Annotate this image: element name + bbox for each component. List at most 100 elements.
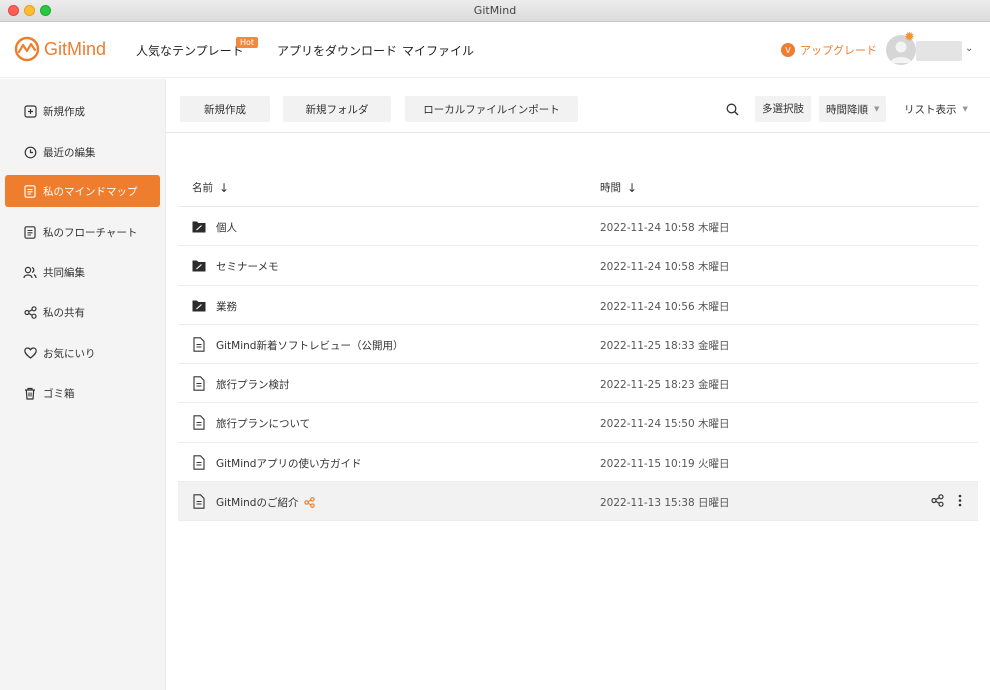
arrow-down-icon: ↓ xyxy=(627,180,638,195)
upgrade-icon: V xyxy=(781,43,795,57)
item-name: 業務 xyxy=(216,300,237,313)
item-name: 旅行プランについて xyxy=(216,418,311,431)
username[interactable] xyxy=(916,41,962,61)
sidebar-item-my-flowcharts[interactable]: 私のフローチャート xyxy=(5,216,160,248)
search-icon xyxy=(726,103,739,115)
logo[interactable]: GitMind xyxy=(14,36,106,62)
folder-icon xyxy=(192,260,206,272)
caret-down-icon: ▼ xyxy=(874,105,880,113)
vip-sun-icon: ✹ xyxy=(904,30,915,45)
sort-by-time-header[interactable]: 時間 ↓ xyxy=(600,180,637,195)
nav-my-files[interactable]: マイファイル xyxy=(402,42,474,59)
gitmind-logo-icon xyxy=(14,36,40,62)
list-item[interactable]: セミナーメモ 2022-11-24 10:58 木曜日 xyxy=(178,246,978,286)
clock-icon xyxy=(23,145,37,159)
sidebar-item-label: 私のマインドマップ xyxy=(43,185,138,198)
file-icon xyxy=(193,337,205,352)
list-item[interactable]: GitMind新着ソフトレビュー（公開用） 2022-11-25 18:33 金… xyxy=(178,325,978,365)
sidebar-item-label: 私の共有 xyxy=(43,306,85,319)
list-item[interactable]: GitMindアプリの使い方ガイド 2022-11-15 10:19 火曜日 xyxy=(178,443,978,483)
sidebar-item-label: ゴミ箱 xyxy=(43,387,75,400)
new-button[interactable]: 新規作成 xyxy=(180,96,270,122)
nav-popular-templates[interactable]: 人気なテンプレート xyxy=(136,42,244,59)
sidebar: 新規作成 最近の編集 私のマインドマップ 私のフローチャート 共同編集 私の共有 xyxy=(0,79,166,690)
arrow-down-icon: ↓ xyxy=(219,180,230,195)
app-header: GitMind 人気なテンプレート Hot アプリをダウンロード マイファイル … xyxy=(0,22,990,78)
view-label: リスト表示 xyxy=(904,103,957,116)
document-icon xyxy=(23,225,37,239)
list-item[interactable]: 業務 2022-11-24 10:56 木曜日 xyxy=(178,286,978,325)
sidebar-item-collaboration[interactable]: 共同編集 xyxy=(5,256,160,288)
heart-icon xyxy=(23,346,37,360)
new-icon xyxy=(23,104,37,118)
item-time: 2022-11-24 10:58 木曜日 xyxy=(600,222,730,234)
share-icon[interactable] xyxy=(931,494,944,507)
item-name: セミナーメモ xyxy=(216,261,279,274)
folder-icon xyxy=(192,300,206,312)
sort-dropdown[interactable]: 時間降順 ▼ xyxy=(819,96,887,122)
column-name-label: 名前 xyxy=(192,182,213,194)
row-actions xyxy=(931,494,962,507)
item-time: 2022-11-24 15:50 木曜日 xyxy=(600,418,730,431)
share-icon xyxy=(23,305,37,319)
sidebar-item-label: 新規作成 xyxy=(43,105,85,118)
sort-by-name-header[interactable]: 名前 ↓ xyxy=(192,180,229,195)
list-header: 名前 ↓ 時間 ↓ xyxy=(178,168,978,207)
list-item[interactable]: 旅行プランについて 2022-11-24 15:50 木曜日 xyxy=(178,403,978,443)
item-name-wrap: GitMindのご紹介 xyxy=(216,495,316,510)
item-name: GitMind新着ソフトレビュー（公開用） xyxy=(216,339,404,352)
users-icon xyxy=(23,265,37,279)
nav-download-app[interactable]: アプリをダウンロード xyxy=(277,42,397,59)
list-item[interactable]: 旅行プラン検討 2022-11-25 18:23 金曜日 xyxy=(178,364,978,404)
import-local-file-button[interactable]: ローカルファイルインポート xyxy=(405,96,578,122)
toolbar: 新規作成 新規フォルダ ローカルファイルインポート 多選択肢 時間降順 ▼ リス… xyxy=(166,79,990,133)
caret-down-icon: ▼ xyxy=(962,105,968,113)
sidebar-item-my-mindmaps[interactable]: 私のマインドマップ xyxy=(5,175,160,207)
file-list: 名前 ↓ 時間 ↓ 個人 2022-11-24 10:58 木曜日 セミナーメモ… xyxy=(178,168,978,522)
item-time: 2022-11-25 18:33 金曜日 xyxy=(600,339,730,352)
item-name: 旅行プラン検討 xyxy=(216,379,290,392)
sort-chip: 時間降順 ▼ xyxy=(819,96,887,122)
multi-select-button[interactable]: 多選択肢 xyxy=(755,96,811,122)
logo-text: GitMind xyxy=(44,38,107,59)
item-time: 2022-11-25 18:23 金曜日 xyxy=(600,379,730,392)
document-icon xyxy=(23,184,37,198)
file-icon xyxy=(193,376,205,391)
search-button[interactable] xyxy=(726,96,739,122)
file-icon xyxy=(193,415,205,431)
list-item[interactable]: 個人 2022-11-24 10:58 木曜日 xyxy=(178,207,978,247)
item-time: 2022-11-13 15:38 日曜日 xyxy=(600,497,730,510)
item-name: GitMindのご紹介 xyxy=(216,497,299,510)
multi-select-label: 多選択肢 xyxy=(755,96,811,122)
chevron-down-icon[interactable]: ⌄ xyxy=(965,43,973,54)
trash-icon xyxy=(23,386,37,400)
sidebar-item-label: 共同編集 xyxy=(43,266,85,279)
item-name: GitMindアプリの使い方ガイド xyxy=(216,457,362,470)
view-mode-dropdown[interactable]: リスト表示 ▼ xyxy=(904,96,968,122)
sidebar-item-favorites[interactable]: お気にいり xyxy=(5,337,160,369)
sidebar-item-recent[interactable]: 最近の編集 xyxy=(5,136,160,168)
window-title: GitMind xyxy=(473,4,517,17)
more-options-icon[interactable] xyxy=(958,494,962,507)
sort-label: 時間降順 xyxy=(826,103,868,116)
sidebar-item-new[interactable]: 新規作成 xyxy=(5,95,160,127)
sidebar-item-label: 私のフローチャート xyxy=(43,226,138,239)
sidebar-item-label: 最近の編集 xyxy=(43,146,96,159)
sidebar-item-label: お気にいり xyxy=(43,347,96,360)
list-item[interactable]: GitMindのご紹介 2022-11-13 15:38 日曜日 xyxy=(178,482,978,522)
item-time: 2022-11-24 10:58 木曜日 xyxy=(600,261,730,274)
column-time-label: 時間 xyxy=(600,182,621,194)
file-icon xyxy=(193,455,205,470)
sidebar-item-trash[interactable]: ゴミ箱 xyxy=(5,377,160,409)
new-folder-button[interactable]: 新規フォルダ xyxy=(283,96,391,122)
file-icon xyxy=(193,494,205,509)
upgrade-button[interactable]: V アップグレード xyxy=(781,42,877,58)
window-titlebar: GitMind xyxy=(0,0,990,22)
sidebar-item-my-shares[interactable]: 私の共有 xyxy=(5,296,160,328)
upgrade-label: アップグレード xyxy=(800,44,877,57)
shared-indicator-icon xyxy=(304,497,316,508)
item-name: 個人 xyxy=(216,222,237,234)
item-time: 2022-11-15 10:19 火曜日 xyxy=(600,457,730,470)
folder-icon xyxy=(192,221,206,233)
hot-badge: Hot xyxy=(236,37,259,48)
